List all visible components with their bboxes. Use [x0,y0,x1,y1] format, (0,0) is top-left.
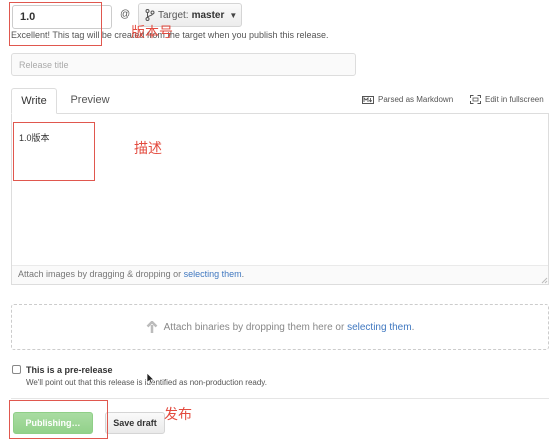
attach-images-text: Attach images by dragging & dropping or … [18,269,244,279]
chevron-down-icon: ▼ [229,10,238,20]
fullscreen-button[interactable]: Edit in fullscreen [470,95,544,104]
target-label: Target: [158,9,189,21]
fullscreen-label: Edit in fullscreen [485,95,544,104]
prerelease-checkbox[interactable] [12,365,21,374]
markdown-label: Parsed as Markdown [378,95,454,104]
upload-arrow-icon [146,320,158,334]
editor-footer-divider [12,265,548,266]
binaries-text: Attach binaries by dropping them here or… [164,322,415,333]
tab-write[interactable]: Write [11,88,57,114]
release-title-input[interactable]: Release title [11,53,356,76]
attach-images-suffix: . [241,269,245,279]
actions-divider [11,398,549,399]
binaries-drop-zone[interactable]: Attach binaries by dropping them here or… [11,304,549,350]
markdown-icon [362,95,374,104]
version-annotation-box [9,2,102,46]
save-draft-button[interactable]: Save draft [105,412,165,434]
binaries-prefix: Attach binaries by dropping them here or [163,321,348,333]
mouse-cursor-icon [146,372,155,388]
prerelease-label[interactable]: This is a pre-release [26,365,113,375]
markdown-indicator[interactable]: Parsed as Markdown [362,95,453,104]
branch-icon [145,9,155,21]
publish-annotation-box [9,400,108,439]
attach-images-link[interactable]: selecting them [184,269,242,279]
fullscreen-icon [470,95,481,104]
publish-annotation-label: 发布 [164,407,192,423]
at-sign: @ [120,9,131,20]
version-annotation-label: 版本号 [131,25,173,41]
tab-preview[interactable]: Preview [62,88,118,113]
target-branch-name: master [191,9,225,21]
attach-images-prefix: Attach images by dragging & dropping or [18,269,184,279]
binaries-select-link[interactable]: selecting them [347,322,411,333]
description-annotation-label: 描述 [134,141,162,157]
description-annotation-box [13,122,95,181]
binaries-suffix: . [411,321,415,333]
resize-grip-icon[interactable] [540,275,548,284]
